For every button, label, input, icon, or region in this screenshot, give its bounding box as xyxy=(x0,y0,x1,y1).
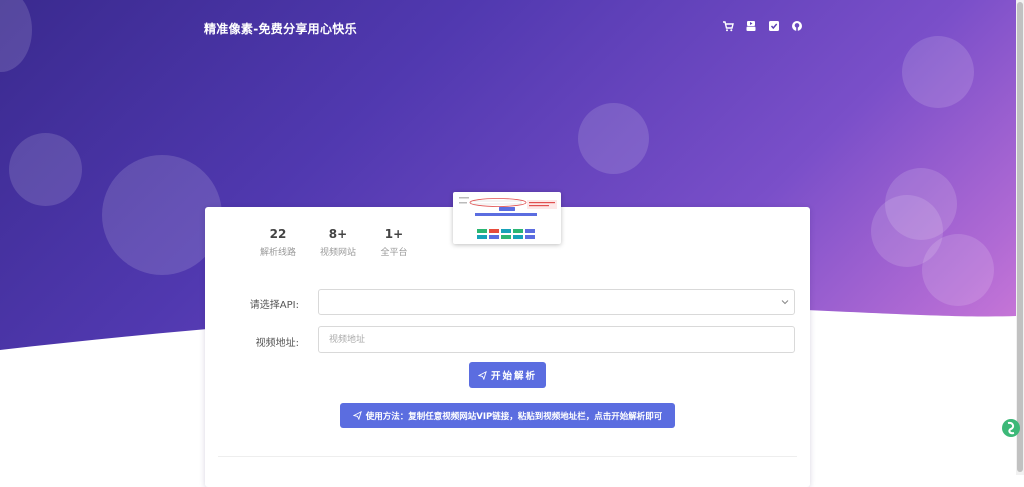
start-parse-button[interactable]: 开始解析 xyxy=(469,362,546,388)
usage-instructions-button[interactable]: 使用方法：复制任意视频网站VIP链接，粘贴到视频地址栏，点击开始解析即可 xyxy=(340,403,675,428)
stat-label: 解析线路 xyxy=(259,248,296,258)
stat-label: 全平台 xyxy=(380,248,408,258)
card-divider xyxy=(218,456,797,457)
nav-icon-group xyxy=(722,20,803,32)
stat-value: 8+ xyxy=(328,227,348,241)
stat-platforms: 1+ 全平台 xyxy=(364,227,424,258)
chevron-down-icon xyxy=(781,300,789,305)
usage-instructions-label: 使用方法：复制任意视频网站VIP链接，粘贴到视频地址栏，点击开始解析即可 xyxy=(365,411,663,422)
preview-illustration xyxy=(459,197,557,239)
api-select[interactable] xyxy=(318,289,795,315)
stat-value: 22 xyxy=(269,227,287,241)
site-brand[interactable]: 精准像素-免费分享用心快乐 xyxy=(204,20,357,37)
start-parse-label: 开始解析 xyxy=(490,371,537,382)
scrollbar-thumb[interactable] xyxy=(1017,2,1023,472)
video-url-input[interactable] xyxy=(318,326,795,353)
api-label: 请选择API: xyxy=(249,300,299,311)
cart-icon[interactable] xyxy=(722,20,734,32)
github-icon[interactable] xyxy=(791,20,803,32)
stat-routes: 22 解析线路 xyxy=(248,227,308,258)
stat-label: 视频网站 xyxy=(319,248,356,258)
url-label: 视频地址: xyxy=(255,338,299,349)
youtube-icon[interactable] xyxy=(745,20,757,32)
floating-logo-icon[interactable] xyxy=(1001,418,1021,438)
paper-plane-icon xyxy=(352,411,362,420)
usage-preview-image xyxy=(453,192,561,244)
stat-value: 1+ xyxy=(384,227,404,241)
scrollbar-track[interactable] xyxy=(1016,0,1024,475)
paper-plane-icon xyxy=(477,370,487,380)
stat-sites: 8+ 视频网站 xyxy=(308,227,368,258)
badge-icon[interactable] xyxy=(768,20,780,32)
top-navbar: 精准像素-免费分享用心快乐 xyxy=(0,0,1016,56)
